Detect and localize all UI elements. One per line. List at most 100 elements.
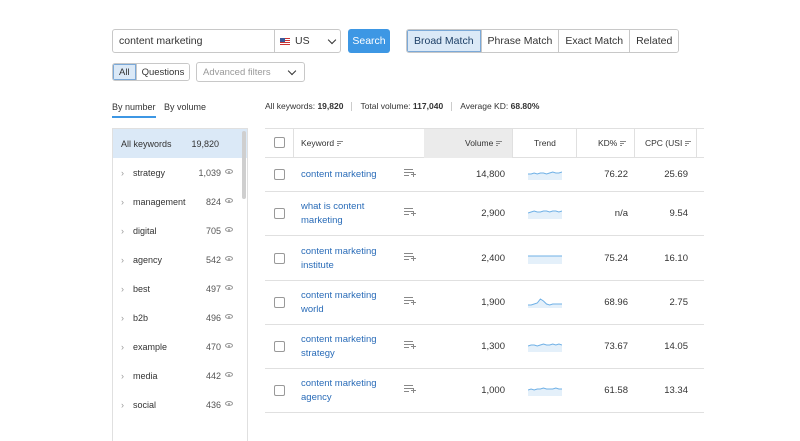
eye-icon[interactable] xyxy=(225,314,233,319)
advanced-filters-dropdown[interactable]: Advanced filters xyxy=(196,62,305,82)
sidebar-item-label: management xyxy=(133,197,186,207)
chevron-right-icon: › xyxy=(121,342,124,352)
sidebar-item-label: digital xyxy=(133,226,157,236)
kd-cell: 75.24 xyxy=(604,253,628,264)
row-checkbox[interactable] xyxy=(274,253,285,264)
cpc-cell: 13.34 xyxy=(664,385,688,396)
keyword-link[interactable]: content marketing strategy xyxy=(301,333,391,361)
row-checkbox[interactable] xyxy=(274,341,285,352)
table-header: Keyword Volume Trend KD% CPC (USI xyxy=(265,129,704,158)
chevron-down-icon xyxy=(327,35,336,44)
sidebar-item-agency[interactable]: › agency 542 xyxy=(113,252,239,268)
tab-by-volume[interactable]: By volume xyxy=(164,102,206,112)
database-select[interactable]: US xyxy=(274,30,340,52)
sort-icon xyxy=(620,141,627,147)
sidebar-item-digital[interactable]: › digital 705 xyxy=(113,223,239,239)
volume-cell: 1,000 xyxy=(481,385,505,396)
eye-icon[interactable] xyxy=(225,372,233,377)
tab-by-number[interactable]: By number xyxy=(112,102,156,118)
eye-icon[interactable] xyxy=(225,401,233,406)
keyword-link[interactable]: content marketing agency xyxy=(301,377,391,405)
trend-sparkline xyxy=(528,255,562,264)
row-checkbox[interactable] xyxy=(274,385,285,396)
keyword-groups-sidebar: All keywords 19,820 › strategy 1,039 › manag… xyxy=(112,128,248,441)
row-checkbox[interactable] xyxy=(274,169,285,180)
volume-cell: 1,300 xyxy=(481,341,505,352)
sidebar-item-best[interactable]: › best 497 xyxy=(113,281,239,297)
keywords-table: Keyword Volume Trend KD% CPC (USI conten… xyxy=(265,128,704,441)
volume-cell: 2,900 xyxy=(481,208,505,219)
trend-sparkline xyxy=(528,171,562,180)
sidebar-item-social[interactable]: › social 436 xyxy=(113,397,239,413)
tab-related[interactable]: Related xyxy=(629,30,679,52)
row-checkbox[interactable] xyxy=(274,297,285,308)
tab-broad-match[interactable]: Broad Match xyxy=(407,30,481,52)
table-row: content marketing strategy 1,300 73.67 14.0… xyxy=(265,325,704,369)
divider xyxy=(293,129,294,158)
add-to-list-icon[interactable] xyxy=(404,208,416,217)
search-box: US xyxy=(112,29,341,53)
kd-cell: 76.22 xyxy=(604,169,628,180)
table-row: content marketing agency 1,000 61.58 13.34 xyxy=(265,369,704,413)
cpc-cell: 9.54 xyxy=(669,208,689,219)
add-to-list-icon[interactable] xyxy=(404,169,416,178)
sidebar-item-management[interactable]: › management 824 xyxy=(113,194,239,210)
sidebar-item-example[interactable]: › example 470 xyxy=(113,339,239,355)
eye-icon[interactable] xyxy=(225,169,233,174)
divider xyxy=(351,101,353,111)
sidebar-item-label: strategy xyxy=(133,168,166,178)
sidebar-item-all-keywords[interactable]: All keywords 19,820 xyxy=(113,129,247,158)
total-keywords: All keywords: 19,820 xyxy=(265,101,344,111)
eye-icon[interactable] xyxy=(225,285,233,290)
divider xyxy=(451,101,453,111)
add-to-list-icon[interactable] xyxy=(404,297,416,306)
cpc-cell: 16.10 xyxy=(664,253,688,264)
chevron-right-icon: › xyxy=(121,313,124,323)
add-to-list-icon[interactable] xyxy=(404,253,416,262)
cpc-column-header[interactable]: CPC (USI xyxy=(645,138,692,148)
keyword-link[interactable]: what is content marketing xyxy=(301,200,391,228)
cpc-cell: 25.69 xyxy=(664,169,688,180)
scope-questions-button[interactable]: Questions xyxy=(135,64,190,80)
eye-icon[interactable] xyxy=(225,343,233,348)
sidebar-item-label: media xyxy=(133,371,158,381)
add-to-list-icon[interactable] xyxy=(404,341,416,350)
add-to-list-icon[interactable] xyxy=(404,385,416,394)
chevron-right-icon: › xyxy=(121,371,124,381)
tab-exact-match[interactable]: Exact Match xyxy=(558,30,630,52)
trend-sparkline xyxy=(528,387,562,396)
trend-column-header: Trend xyxy=(534,138,556,148)
sidebar-item-label: b2b xyxy=(133,313,149,323)
eye-icon[interactable] xyxy=(225,227,233,232)
table-row: content marketing world 1,900 68.96 2.75 xyxy=(265,281,704,325)
cpc-cell: 14.05 xyxy=(664,341,688,352)
sidebar-item-b2b[interactable]: › b2b 496 xyxy=(113,310,239,326)
sidebar-item-label: example xyxy=(133,342,168,352)
scope-all-button[interactable]: All xyxy=(113,64,136,80)
divider xyxy=(512,129,513,158)
sort-icon xyxy=(496,141,503,147)
keyword-link[interactable]: content marketing xyxy=(301,168,391,182)
match-type-tabs: Broad Match Phrase Match Exact Match Rel… xyxy=(406,29,680,53)
eye-icon[interactable] xyxy=(225,256,233,261)
trend-area xyxy=(528,211,562,219)
chevron-right-icon: › xyxy=(121,197,124,207)
kd-column-header[interactable]: KD% xyxy=(598,138,627,148)
select-all-checkbox[interactable] xyxy=(274,137,285,148)
keyword-column-header[interactable]: Keyword xyxy=(301,138,344,148)
sidebar-item-media[interactable]: › media 442 xyxy=(113,368,239,384)
volume-column-header[interactable]: Volume xyxy=(465,138,503,148)
search-input[interactable] xyxy=(113,30,274,52)
keyword-link[interactable]: content marketing world xyxy=(301,289,391,317)
eye-icon[interactable] xyxy=(225,198,233,203)
sidebar-item-label: agency xyxy=(133,255,163,265)
row-checkbox[interactable] xyxy=(274,208,285,219)
keyword-link[interactable]: content marketing institute xyxy=(301,245,391,273)
sidebar-scrollbar[interactable] xyxy=(242,131,246,199)
search-button[interactable]: Search xyxy=(348,29,390,53)
kd-cell: 73.67 xyxy=(604,341,628,352)
divider xyxy=(634,129,635,158)
sidebar-item-strategy[interactable]: › strategy 1,039 xyxy=(113,165,239,181)
trend-sparkline xyxy=(528,343,562,352)
tab-phrase-match[interactable]: Phrase Match xyxy=(480,30,559,52)
